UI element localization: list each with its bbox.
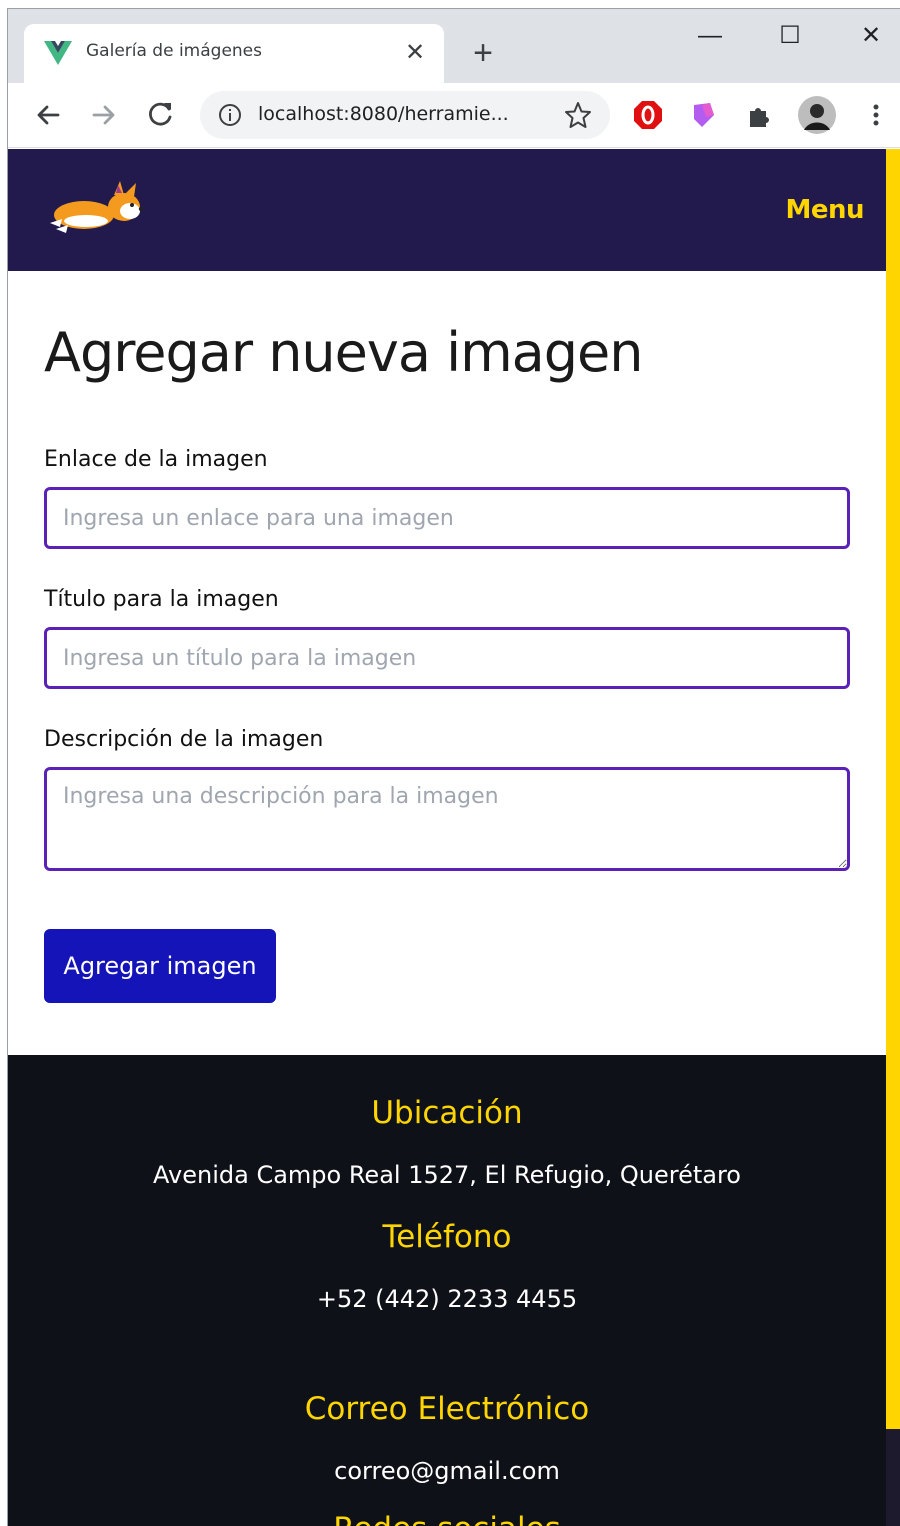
page-viewport: Menu Agregar nueva imagen Enlace de la i… bbox=[8, 149, 900, 1526]
phone-text: +52 (442) 2233 4455 bbox=[316, 1285, 578, 1313]
social-heading: Redes sociales bbox=[8, 1511, 886, 1526]
tab-strip: Galería de imágenes ✕ + — ☐ ✕ bbox=[8, 9, 900, 83]
maximize-button[interactable]: ☐ bbox=[770, 19, 810, 53]
image-link-label: Enlace de la imagen bbox=[44, 447, 268, 472]
browser-tab[interactable]: Galería de imágenes ✕ bbox=[24, 24, 444, 83]
close-window-button[interactable]: ✕ bbox=[851, 19, 891, 53]
location-text: Avenida Campo Real 1527, El Refugio, Que… bbox=[153, 1161, 741, 1189]
image-title-label: Título para la imagen bbox=[44, 587, 279, 612]
browser-toolbar: localhost:8080/herramie... bbox=[8, 83, 900, 148]
location-heading: Ubicación bbox=[371, 1095, 523, 1131]
site-navbar: Menu bbox=[8, 149, 886, 271]
add-image-button[interactable]: Agregar imagen bbox=[44, 929, 276, 1003]
info-icon[interactable] bbox=[218, 103, 242, 127]
tab-title: Galería de imágenes bbox=[86, 41, 263, 61]
more-options-icon[interactable] bbox=[860, 99, 892, 131]
extensions-puzzle-icon[interactable] bbox=[744, 99, 776, 131]
image-link-input[interactable] bbox=[44, 487, 850, 549]
phone-heading: Teléfono bbox=[382, 1219, 512, 1255]
image-description-textarea[interactable] bbox=[44, 767, 850, 871]
scrollbar-thumb[interactable] bbox=[886, 149, 900, 1429]
menu-link[interactable]: Menu bbox=[785, 195, 864, 225]
close-tab-icon[interactable]: ✕ bbox=[400, 38, 430, 68]
color-extension-icon[interactable] bbox=[688, 99, 720, 131]
forward-arrow-icon[interactable] bbox=[86, 97, 122, 133]
browser-window: Galería de imágenes ✕ + — ☐ ✕ localhost:… bbox=[7, 8, 900, 1526]
new-tab-button[interactable]: + bbox=[466, 36, 500, 71]
corgi-logo-icon[interactable] bbox=[46, 179, 148, 239]
site-footer: Ubicación Avenida Campo Real 1527, El Re… bbox=[8, 1055, 886, 1526]
back-arrow-icon[interactable] bbox=[30, 97, 66, 133]
image-description-label: Descripción de la imagen bbox=[44, 727, 324, 752]
page-title: Agregar nueva imagen bbox=[44, 321, 643, 384]
page-scrollbar[interactable] bbox=[886, 149, 900, 1526]
email-heading: Correo Electrónico bbox=[304, 1391, 590, 1427]
profile-avatar-icon[interactable] bbox=[798, 96, 836, 134]
adblock-extension-icon[interactable] bbox=[632, 99, 664, 131]
address-bar[interactable]: localhost:8080/herramie... bbox=[200, 91, 610, 139]
minimize-button[interactable]: — bbox=[690, 19, 730, 53]
url-text[interactable]: localhost:8080/herramie... bbox=[258, 103, 509, 125]
bookmark-star-icon[interactable] bbox=[562, 99, 594, 131]
vue-logo-icon bbox=[44, 41, 72, 65]
email-text[interactable]: correo@gmail.com bbox=[8, 1457, 886, 1485]
image-title-input[interactable] bbox=[44, 627, 850, 689]
reload-icon[interactable] bbox=[142, 97, 178, 133]
